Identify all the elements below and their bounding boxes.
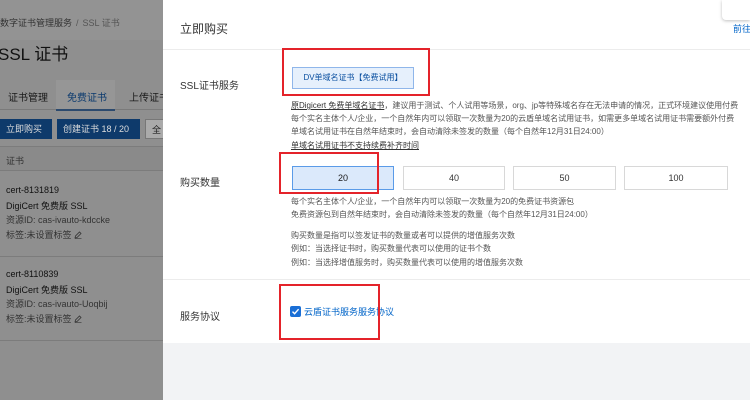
quantity-desc-line-3: 购买数量是指可以签发证书的数量或者可以提供的增值服务次数 [291,231,515,240]
quantity-desc-line-4: 例如：当选择证书时，购买数量代表可以使用的证书个数 [291,244,491,253]
section-divider [163,279,750,280]
list-header: 证书 [0,146,163,171]
edit-icon[interactable] [73,231,82,239]
breadcrumb: 数字证书管理服务 / SSL 证书 [0,18,120,28]
goto-link[interactable]: 前往 [733,22,750,35]
highlight-box-quantity [279,152,379,194]
quantity-desc-line-5: 例如：当选择增值服务时，购买数量代表可以使用的增值服务次数 [291,258,523,267]
all-filter-button[interactable]: 全 [145,119,163,139]
page-title: SSL 证书 [0,45,69,64]
buy-now-button[interactable]: 立即购买 [0,119,52,139]
highlight-box-agreement [279,284,380,340]
quantity-option-100[interactable]: 100 [624,166,728,190]
cert-tag: 标签:未设置标签 [6,312,82,325]
highlight-box-product [282,48,430,96]
cert-tag: 标签:未设置标签 [6,228,82,241]
edit-icon[interactable] [73,315,82,323]
cert-id: cert-8110839 [6,269,59,279]
cert-resource-id: 资源ID: cas-ivauto-kdccke [6,215,111,225]
breadcrumb-item[interactable]: 数字证书管理服务 [0,18,72,28]
tab-free-cert[interactable]: 免费证书 [67,89,107,104]
list-item[interactable]: cert-8110839 DigiCert 免费版 SSL 资源ID: cas-… [0,256,163,341]
quantity-desc-line-2: 免费资源包到自然年结束时，会自动清除未签发的数量（每个自然年12月31日24:0… [291,210,593,219]
agreement-label: 服务协议 [180,312,220,323]
tab-cert-management[interactable]: 证书管理 [8,89,48,104]
list-item[interactable]: cert-8131819 DigiCert 免费版 SSL 资源ID: cas-… [0,172,163,257]
ssl-desc-line-4: 单域名试用证书不支持续费补齐时间 [291,141,419,150]
ssl-desc-line-3: 单域名试用证书在自然年结束时，会自动清除未签发的数量（每个自然年12月31日24… [291,127,609,136]
ssl-service-label: SSL证书服务 [180,81,239,92]
cert-type: DigiCert 免费版 SSL [6,201,88,211]
footer-bar [163,343,750,400]
cert-resource-id: 资源ID: cas-ivauto-Uoqbij [6,299,108,309]
left-panel: 数字证书管理服务/SSL 证书 SSL 证书 证书管理 免费证书 上传证书 立即… [0,0,163,400]
panel-header: 立即购买 前往 [163,0,750,50]
cert-type: DigiCert 免费版 SSL [6,285,88,295]
cert-id: cert-8131819 [6,185,60,195]
ssl-desc-line-2: 每个实名主体个人/企业，一个自然年内可以领取一次数量为20的云盾单域名试用证书，… [291,114,735,123]
quantity-label: 购买数量 [180,178,220,189]
popup-corner [722,0,750,20]
tab-bar: 证书管理 免费证书 上传证书 [0,80,163,111]
quantity-desc-line-1: 每个实名主体个人/企业，一个自然年内可以领取一次数量为20的免费证书资源包 [291,197,575,206]
quantity-option-50[interactable]: 50 [513,166,616,190]
ssl-desc-line-1: 原Digicert 免费单域名证书，建议用于测试、个人试用等场景，org、jp等… [291,101,739,110]
create-cert-button[interactable]: 创建证书 18 / 20 [57,119,140,139]
panel-title: 立即购买 [180,22,229,36]
tab-upload-cert[interactable]: 上传证书 [129,89,163,104]
breadcrumb-item: SSL 证书 [82,18,120,28]
quantity-option-40[interactable]: 40 [403,166,505,190]
